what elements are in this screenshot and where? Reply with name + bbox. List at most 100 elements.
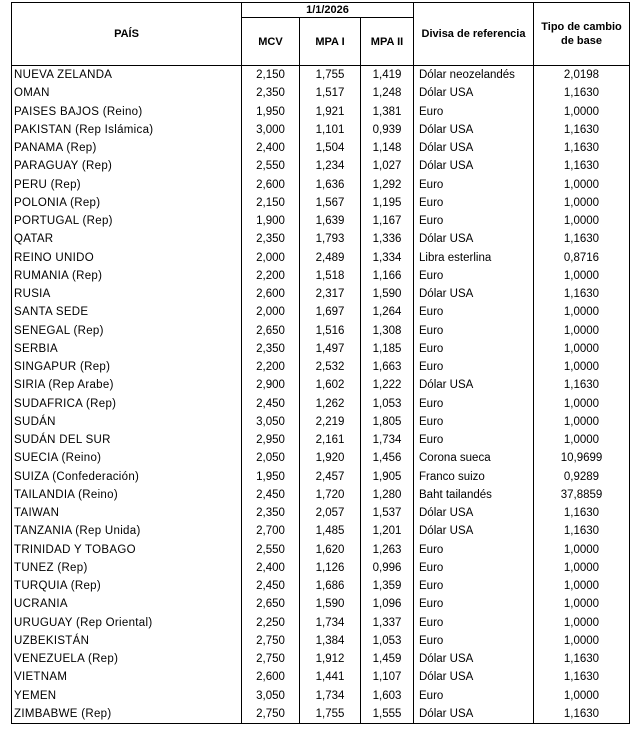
- cell-mcv: 2,550: [241, 157, 300, 176]
- table-row: PAKISTAN (Rep Islámica) 3,000 1,101 0,939 Dó…: [11, 120, 630, 139]
- cell-divisa: Dólar USA: [413, 139, 534, 158]
- cell-mpa2: 1,537: [360, 504, 414, 523]
- table-row: SINGAPUR (Rep) 2,200 2,532 1,663 Euro 1,0000: [11, 358, 630, 377]
- cell-mpa1: 1,126: [299, 558, 361, 577]
- cell-pais: SENEGAL (Rep): [11, 321, 242, 340]
- cell-mcv: 2,650: [241, 321, 300, 340]
- cell-tipo: 1,1630: [533, 230, 630, 249]
- cell-mcv: 2,000: [241, 303, 300, 322]
- cell-mpa2: 1,456: [360, 449, 414, 468]
- header-pais: PAÍS: [11, 2, 242, 66]
- cell-mpa2: 1,419: [360, 65, 414, 85]
- cell-tipo: 1,0000: [533, 193, 630, 212]
- table-row: URUGUAY (Rep Oriental) 2,250 1,734 1,337 Eur…: [11, 613, 630, 632]
- cell-mpa2: 0,996: [360, 558, 414, 577]
- cell-mpa1: 2,057: [299, 504, 361, 523]
- cell-tipo: 0,9289: [533, 467, 630, 486]
- table-row: POLONIA (Rep) 2,150 1,567 1,195 Euro 1,0000: [11, 193, 630, 212]
- cell-mpa1: 1,518: [299, 266, 361, 285]
- cell-mpa2: 1,308: [360, 321, 414, 340]
- table-row: PAISES BAJOS (Reino) 1,950 1,921 1,381 Euro 1…: [11, 102, 630, 121]
- cell-tipo: 1,0000: [533, 394, 630, 413]
- cell-pais: POLONIA (Rep): [11, 193, 242, 212]
- table-row: PARAGUAY (Rep) 2,550 1,234 1,027 Dólar USA 1,…: [11, 157, 630, 176]
- cell-mpa2: 1,248: [360, 84, 414, 103]
- cell-mpa1: 1,485: [299, 522, 361, 541]
- cell-mcv: 2,150: [241, 193, 300, 212]
- cell-mpa2: 1,805: [360, 412, 414, 431]
- cell-pais: SIRIA (Rep Arabe): [11, 376, 242, 395]
- cell-tipo: 1,0000: [533, 339, 630, 358]
- cell-pais: UCRANIA: [11, 595, 242, 614]
- cell-mpa1: 1,639: [299, 212, 361, 231]
- table-row: TANZANIA (Rep Unida) 2,700 1,485 1,201 Dólar…: [11, 522, 630, 541]
- table-row: NUEVA ZELANDA 2,150 1,755 1,419 Dólar neozel…: [11, 65, 630, 85]
- cell-pais: PORTUGAL (Rep): [11, 212, 242, 231]
- country-rates-table: PAÍS 1/1/2026 Divisa de referencia Tipo …: [11, 2, 630, 724]
- cell-divisa: Euro: [413, 303, 534, 322]
- cell-mpa2: 1,663: [360, 358, 414, 377]
- table-row: UCRANIA 2,650 1,590 1,096 Euro 1,0000: [11, 595, 630, 614]
- cell-pais: PANAMA (Rep): [11, 139, 242, 158]
- cell-divisa: Dólar USA: [413, 522, 534, 541]
- cell-mpa2: 1,222: [360, 376, 414, 395]
- cell-mpa2: 1,905: [360, 467, 414, 486]
- cell-tipo: 1,1630: [533, 285, 630, 304]
- cell-divisa: Euro: [413, 102, 534, 121]
- cell-pais: SUECIA (Reino): [11, 449, 242, 468]
- cell-tipo: 1,1630: [533, 650, 630, 669]
- cell-mpa2: 1,166: [360, 266, 414, 285]
- header-tipo: Tipo de cambio de base: [533, 2, 630, 66]
- header-mpa1: MPA I: [299, 17, 361, 66]
- cell-mpa1: 1,590: [299, 595, 361, 614]
- cell-pais: PERU (Rep): [11, 175, 242, 194]
- cell-pais: SINGAPUR (Rep): [11, 358, 242, 377]
- cell-divisa: Dólar USA: [413, 704, 534, 724]
- cell-pais: SUIZA (Confederación): [11, 467, 242, 486]
- cell-mpa2: 1,195: [360, 193, 414, 212]
- cell-mcv: 2,350: [241, 230, 300, 249]
- header-mpa2: MPA II: [360, 17, 414, 66]
- table-row: YEMEN 3,050 1,734 1,603 Euro 1,0000: [11, 686, 630, 705]
- cell-pais: QATAR: [11, 230, 242, 249]
- cell-pais: URUGUAY (Rep Oriental): [11, 613, 242, 632]
- cell-pais: TAILANDIA (Reino): [11, 485, 242, 504]
- cell-mcv: 2,900: [241, 376, 300, 395]
- cell-mpa1: 1,912: [299, 650, 361, 669]
- cell-divisa: Euro: [413, 595, 534, 614]
- cell-mpa2: 1,603: [360, 686, 414, 705]
- cell-mpa2: 1,201: [360, 522, 414, 541]
- cell-mpa1: 1,602: [299, 376, 361, 395]
- table-row: SANTA SEDE 2,000 1,697 1,264 Euro 1,0000: [11, 303, 630, 322]
- cell-pais: PAISES BAJOS (Reino): [11, 102, 242, 121]
- cell-divisa: Euro: [413, 266, 534, 285]
- cell-tipo: 1,0000: [533, 266, 630, 285]
- cell-mcv: 1,900: [241, 212, 300, 231]
- cell-mpa2: 1,337: [360, 613, 414, 632]
- cell-mpa2: 1,148: [360, 139, 414, 158]
- cell-mpa1: 2,457: [299, 467, 361, 486]
- cell-tipo: 1,0000: [533, 303, 630, 322]
- cell-mpa1: 1,755: [299, 704, 361, 724]
- cell-tipo: 1,1630: [533, 120, 630, 139]
- cell-pais: VENEZUELA (Rep): [11, 650, 242, 669]
- cell-tipo: 1,0000: [533, 595, 630, 614]
- cell-divisa: Franco suizo: [413, 467, 534, 486]
- cell-mpa2: 1,185: [360, 339, 414, 358]
- cell-mcv: 1,950: [241, 102, 300, 121]
- cell-mpa1: 1,262: [299, 394, 361, 413]
- cell-divisa: Euro: [413, 412, 534, 431]
- table-row: TRINIDAD Y TOBAGO 2,550 1,620 1,263 Euro 1,00…: [11, 540, 630, 559]
- cell-tipo: 1,0000: [533, 631, 630, 650]
- cell-divisa: Dólar USA: [413, 157, 534, 176]
- table-row: RUSIA 2,600 2,317 1,590 Dólar USA 1,1630: [11, 285, 630, 304]
- table-row: RUMANIA (Rep) 2,200 1,518 1,166 Euro 1,0000: [11, 266, 630, 285]
- cell-tipo: 1,0000: [533, 212, 630, 231]
- table-row: REINO UNIDO 2,000 2,489 1,334 Libra esterlin…: [11, 248, 630, 267]
- cell-divisa: Euro: [413, 339, 534, 358]
- cell-mpa1: 2,317: [299, 285, 361, 304]
- cell-pais: NUEVA ZELANDA: [11, 65, 242, 85]
- cell-pais: VIETNAM: [11, 668, 242, 687]
- table-row: PORTUGAL (Rep) 1,900 1,639 1,167 Euro 1,0000: [11, 212, 630, 231]
- table-row: VIETNAM 2,600 1,441 1,107 Dólar USA 1,1630: [11, 668, 630, 687]
